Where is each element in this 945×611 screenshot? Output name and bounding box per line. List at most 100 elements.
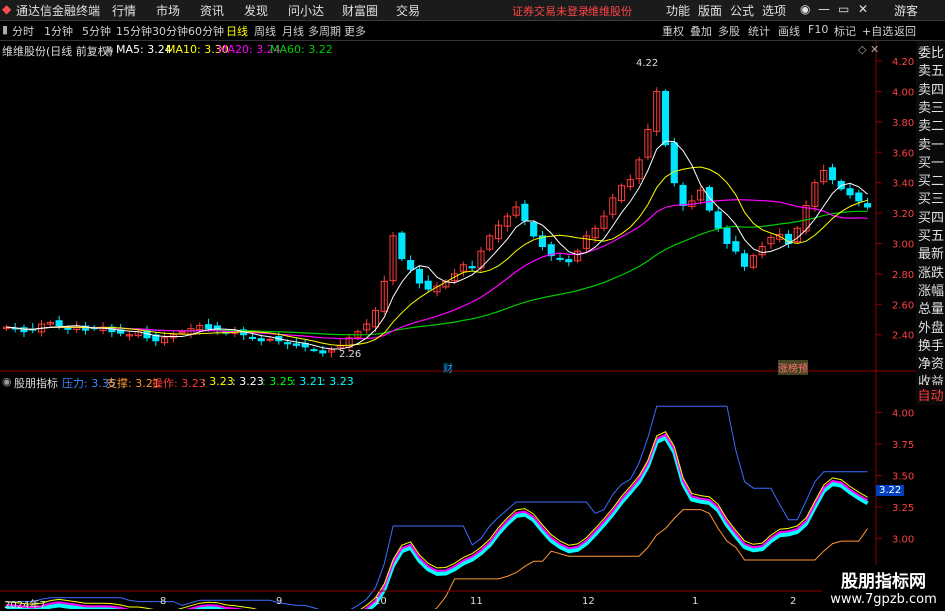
quote-label-4: 卖二: [918, 119, 945, 135]
sub-y-tick-label: 3.50: [892, 472, 914, 483]
period-more[interactable]: 更多: [344, 23, 366, 39]
period-monthly[interactable]: 月线: [282, 23, 304, 39]
candle-body: [714, 211, 722, 229]
tool-chongquan[interactable]: 重权: [662, 23, 684, 39]
tool-duogu[interactable]: 多股: [718, 23, 740, 39]
candle-body: [257, 338, 265, 342]
tool-add-favorite[interactable]: +自选: [862, 23, 893, 39]
period-30min[interactable]: 30分钟: [152, 23, 188, 39]
x-label-dec: 12: [582, 596, 595, 607]
tool-back[interactable]: 返回: [894, 23, 916, 39]
candle-body: [846, 188, 854, 196]
kline-chart[interactable]: 2.40 2.60 2.80 3.00 3.20 3.40 3.60 3.80 4.00 4.20…: [0, 41, 916, 609]
menu-faxian[interactable]: 发现: [244, 2, 268, 19]
y-tick-label: 4.20: [892, 57, 914, 68]
sub-settings-icon[interactable]: ◉: [2, 375, 12, 388]
maximize-icon[interactable]: ▭: [838, 2, 849, 16]
candle-body: [292, 343, 300, 346]
period-daily[interactable]: 日线: [226, 23, 248, 39]
period-weekly[interactable]: 周线: [254, 23, 276, 39]
x-label-oct: 10: [374, 596, 387, 607]
menu-jiaoyi[interactable]: 交易: [396, 2, 420, 19]
sub-last-value: 3.22: [876, 485, 905, 496]
quote-label-3: 卖三: [918, 100, 945, 116]
candle-body: [248, 336, 257, 339]
x-label-nov: 11: [470, 596, 483, 607]
candle-body: [319, 350, 327, 354]
candle-body: [732, 241, 740, 252]
watermark: 股朋指标网 www.7gpzb.com: [822, 565, 945, 609]
ma10-line: [6, 166, 868, 347]
low-price-label: 2.26: [339, 349, 362, 360]
tool-diejia[interactable]: 叠加: [690, 23, 712, 39]
y-tick-label: 3.20: [892, 209, 914, 220]
sub-y-tick-label: 3.00: [892, 535, 914, 546]
candle-body: [741, 253, 749, 267]
period-60min[interactable]: 60分钟: [188, 23, 224, 39]
legend-settings-icon[interactable]: ◉: [104, 43, 114, 56]
tool-biaoji[interactable]: 标记: [834, 23, 856, 39]
menu-caifuquan[interactable]: 财富圈: [342, 2, 378, 19]
candle-body: [521, 203, 529, 222]
candle-body: [64, 327, 72, 330]
minimize-icon[interactable]: —: [818, 2, 830, 16]
x-label-aug: 8: [160, 596, 167, 607]
period-1min[interactable]: 1分钟: [44, 23, 73, 39]
candle-body: [284, 342, 292, 345]
close-icon[interactable]: ✕: [858, 2, 868, 16]
quote-label-10: 买五: [918, 229, 945, 244]
diamond-icon[interactable]: ◇: [858, 43, 866, 56]
trade-status[interactable]: 证券交易未登录: [512, 3, 589, 19]
menu-wenxiaoda[interactable]: 问小达: [288, 2, 324, 19]
sub-y-tick-label: 3.75: [892, 440, 914, 451]
period-fenshi[interactable]: 分时: [12, 23, 34, 39]
finance-tag[interactable]: 财: [443, 360, 453, 375]
guest-label[interactable]: 游客: [894, 2, 918, 19]
menu-shichang[interactable]: 市场: [156, 2, 180, 19]
x-label-jan: 1: [692, 596, 699, 607]
auto-button[interactable]: 自动: [916, 385, 945, 405]
sub-chart-title: 股朋指标: [14, 377, 58, 390]
menu-bar: ◆ 通达信金融终端 行情 市场 资讯 发现 问小达 财富圈 交易 证券交易未登录…: [0, 0, 945, 21]
quote-side-panel: 委比 卖五 卖四 卖三 卖二 卖一 买一 买二 买三 买四 买五 最新 涨跌 涨幅 总量 外盘 换手 净资 收益: [916, 41, 945, 404]
app-logo-icon: ◆: [2, 2, 12, 16]
menu-xuanxiang[interactable]: 选项: [762, 2, 786, 19]
limit-up-tag[interactable]: 涨榜预: [778, 360, 808, 375]
menu-gongneng[interactable]: 功能: [666, 2, 690, 19]
sub-y-tick-label: 3.25: [892, 503, 914, 514]
candle-body: [705, 187, 714, 211]
watermark-url: www.7gpzb.com: [830, 592, 937, 607]
ma20-line: [6, 199, 868, 340]
quote-label-15: 外盘: [918, 320, 945, 336]
legend-v4: : 3.21: [292, 375, 324, 388]
user-icon[interactable]: ◉: [800, 2, 810, 16]
candle-body: [828, 167, 837, 181]
quote-label-6: 买一: [918, 155, 945, 171]
menu-hangqing[interactable]: 行情: [112, 2, 136, 19]
candle-body: [723, 227, 731, 244]
candle-body: [670, 142, 678, 184]
candle-body: [565, 259, 573, 263]
quote-label-12: 涨跌: [918, 265, 945, 281]
period-5min[interactable]: 5分钟: [82, 23, 111, 39]
menu-zixun[interactable]: 资讯: [200, 2, 224, 19]
menu-banmian[interactable]: 版面: [698, 2, 722, 19]
candle-body: [556, 257, 564, 260]
tool-f10[interactable]: F10: [808, 23, 828, 36]
y-tick-label: 2.40: [892, 331, 914, 342]
menu-gongshi[interactable]: 公式: [730, 2, 754, 19]
candle-body: [855, 192, 863, 202]
period-multi[interactable]: 多周期: [308, 23, 341, 39]
candle-body: [468, 266, 476, 269]
quote-label-0: 委比: [918, 46, 945, 61]
candle-body: [424, 280, 432, 290]
candle-body: [398, 232, 406, 260]
period-15min[interactable]: 15分钟: [116, 23, 152, 39]
watermark-title: 股朋指标网: [841, 572, 926, 592]
quote-label-11: 最新: [918, 247, 945, 263]
tool-tongji[interactable]: 统计: [748, 23, 770, 39]
period-sidebar-toggle[interactable]: ▮: [2, 23, 8, 36]
tool-huaxian[interactable]: 画线: [778, 23, 800, 39]
quote-label-17: 净资: [918, 357, 945, 373]
panel-close-icon[interactable]: ✕: [870, 43, 879, 56]
